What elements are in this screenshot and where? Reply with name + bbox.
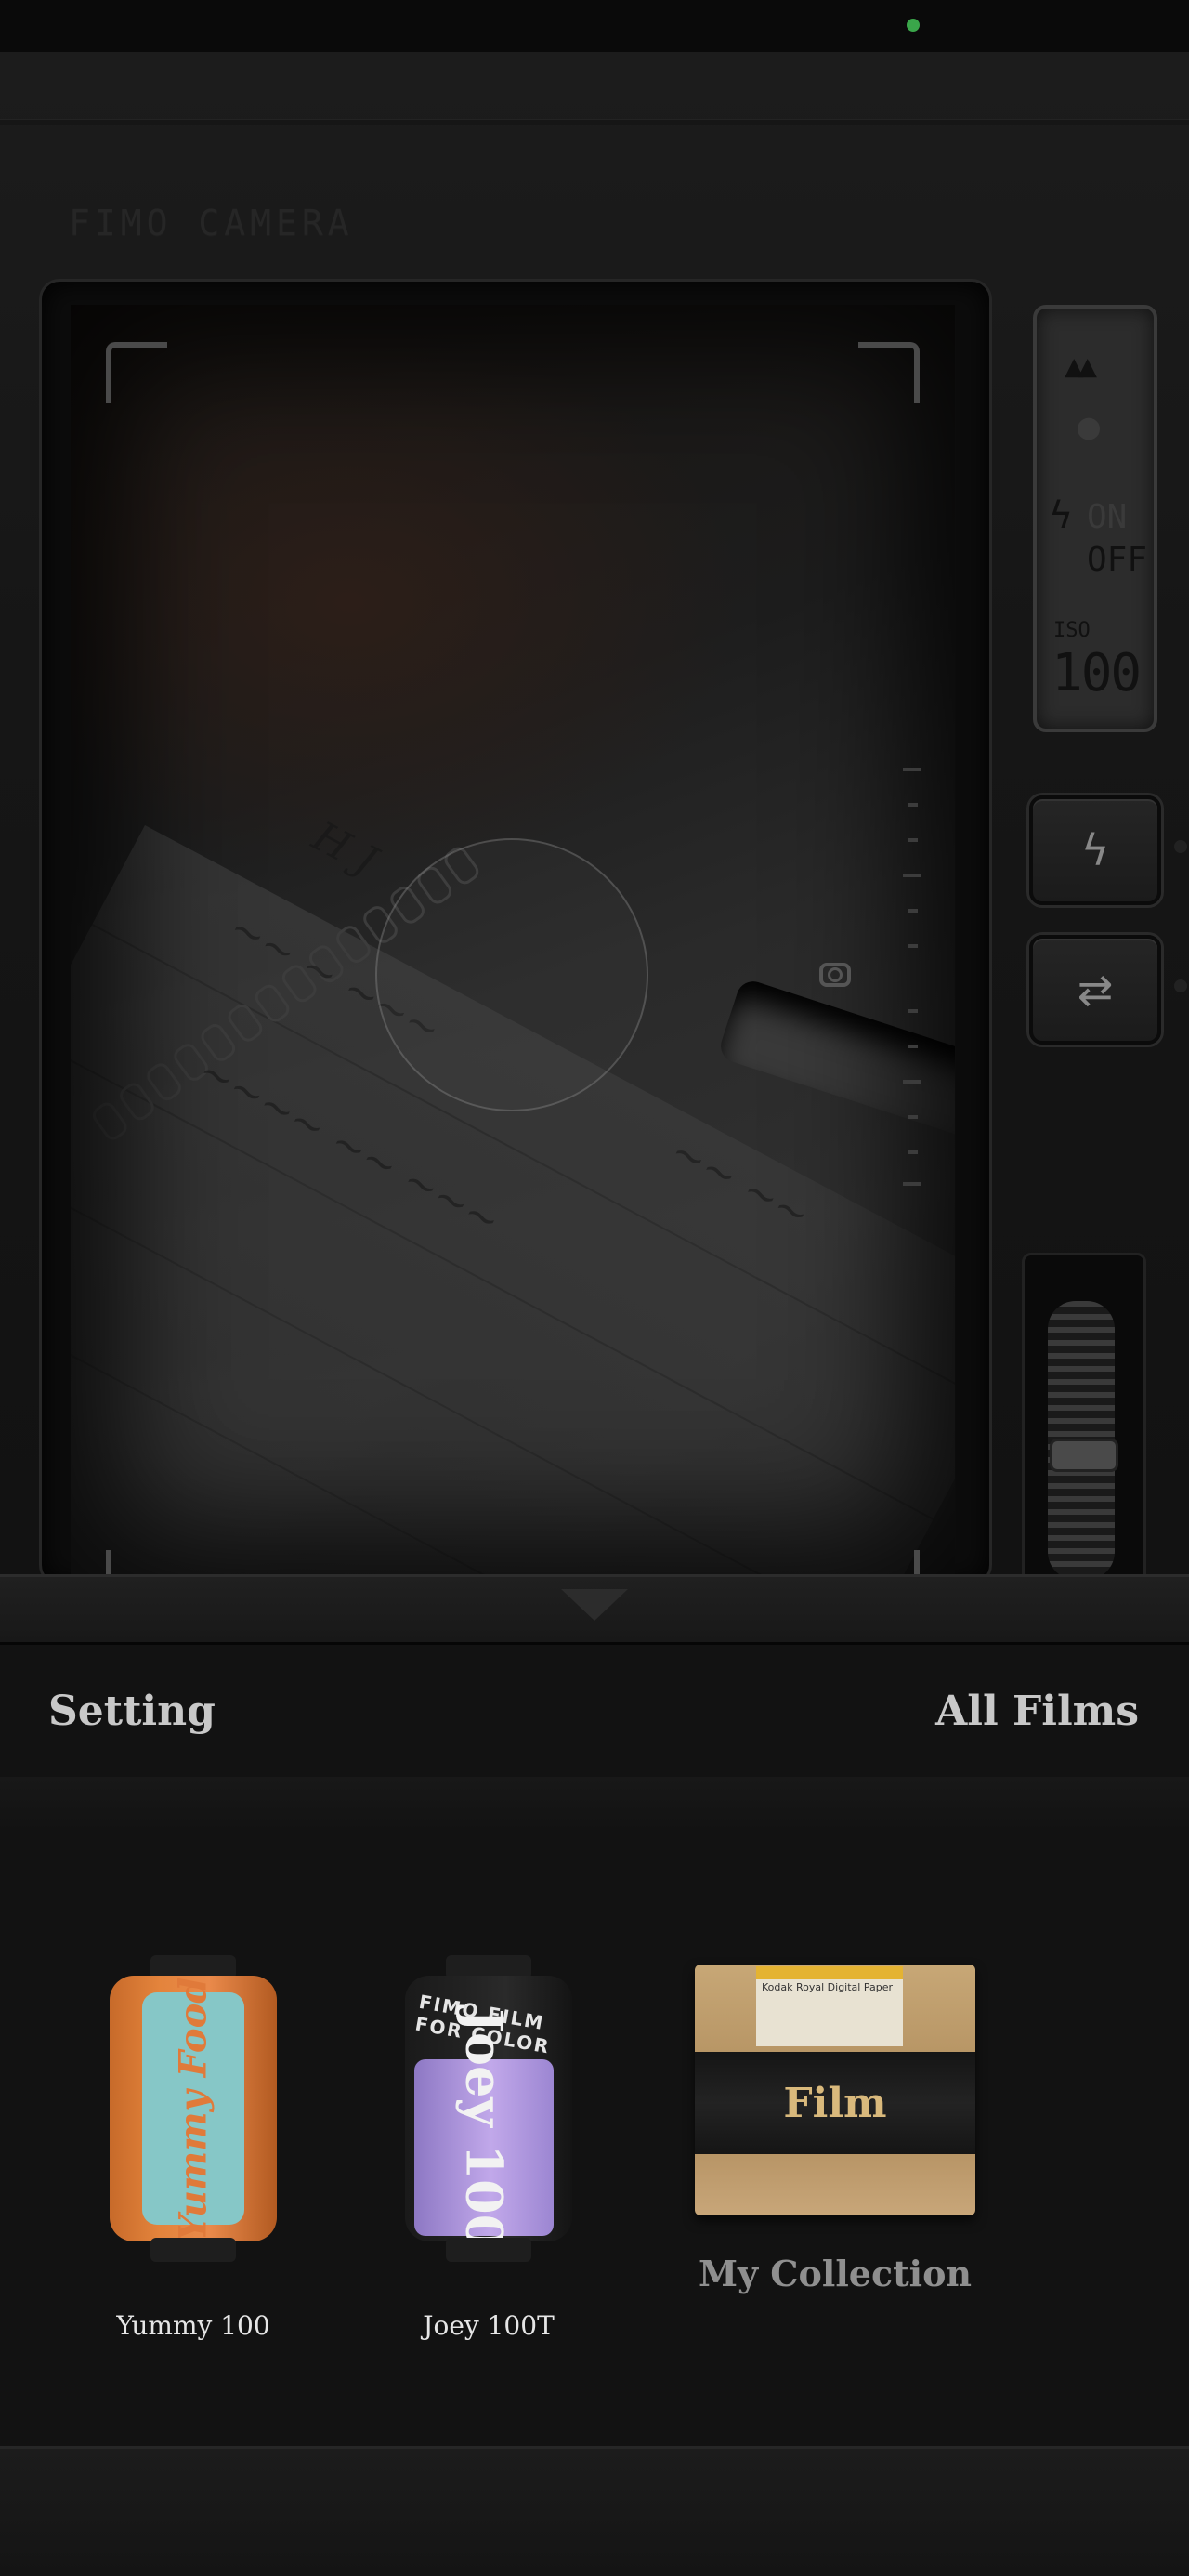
portrait-icon: ● (1078, 405, 1101, 448)
my-collection-film-pack[interactable]: Kodak Royal Digital Paper Film (695, 1965, 975, 2215)
focus-ring (375, 838, 648, 1111)
flash-off-label: OFF (1087, 541, 1148, 579)
button-pin (1174, 840, 1187, 853)
iso-label: ISO (1053, 619, 1091, 642)
status-bar (0, 0, 1189, 52)
exposure-slider[interactable] (903, 768, 921, 1186)
iso-value: 100 (1052, 643, 1142, 703)
drawer-toggle-arrow-icon[interactable] (561, 1589, 628, 1621)
film-label-art: Joey 100T (414, 2008, 554, 2241)
privacy-indicator-dot (907, 19, 920, 32)
lcd-status-display: ▲▲ ● ϟ ON OFF ISO 100 (1033, 305, 1157, 732)
shutter-knob[interactable] (1050, 1439, 1118, 1472)
flash-on-label: ON (1087, 498, 1128, 536)
flash-bolt-icon: ϟ (1050, 494, 1073, 537)
camera-brand-label: FIMO CAMERA (69, 203, 354, 243)
camera-top-ridge (0, 119, 1189, 125)
film-label-art: Yummy Food (142, 1977, 244, 2241)
pack-band: Film (695, 2052, 975, 2154)
film-canister-yummy-100[interactable]: Yummy Food (110, 1955, 277, 2262)
button-pin (1174, 979, 1187, 992)
frame-corner-top-left (106, 342, 167, 403)
mountain-icon: ▲▲ (1065, 348, 1097, 385)
all-films-button[interactable]: All Films (935, 1688, 1139, 1735)
bottom-bar (0, 2446, 1189, 2576)
pack-label: Film (783, 2079, 887, 2127)
flash-bolt-icon: ϟ (1080, 825, 1110, 875)
exposure-icon (819, 963, 851, 987)
my-collection-label[interactable]: My Collection (695, 2253, 975, 2294)
setting-button[interactable]: Setting (48, 1688, 216, 1735)
panel-divider (0, 1777, 1189, 1833)
frame-corner-top-right (858, 342, 920, 403)
film-name-label: Yummy 100 (116, 2310, 270, 2341)
film-name-label: Joey 100T (423, 2310, 555, 2341)
camera-viewfinder[interactable]: H J ~~ ~ ~~~ ~~~~ ~~ ~~~ ~~ ~~ (71, 305, 955, 1578)
pack-sticker: Kodak Royal Digital Paper (756, 1966, 903, 2046)
flash-toggle-button[interactable]: ϟ (1029, 795, 1161, 905)
camera-switch-icon: ⇄ (1077, 965, 1114, 1015)
switch-camera-button[interactable]: ⇄ (1029, 935, 1161, 1045)
film-canister-joey-100t[interactable]: FIMO FILM FOR COLOR Joey 100T (405, 1955, 572, 2262)
